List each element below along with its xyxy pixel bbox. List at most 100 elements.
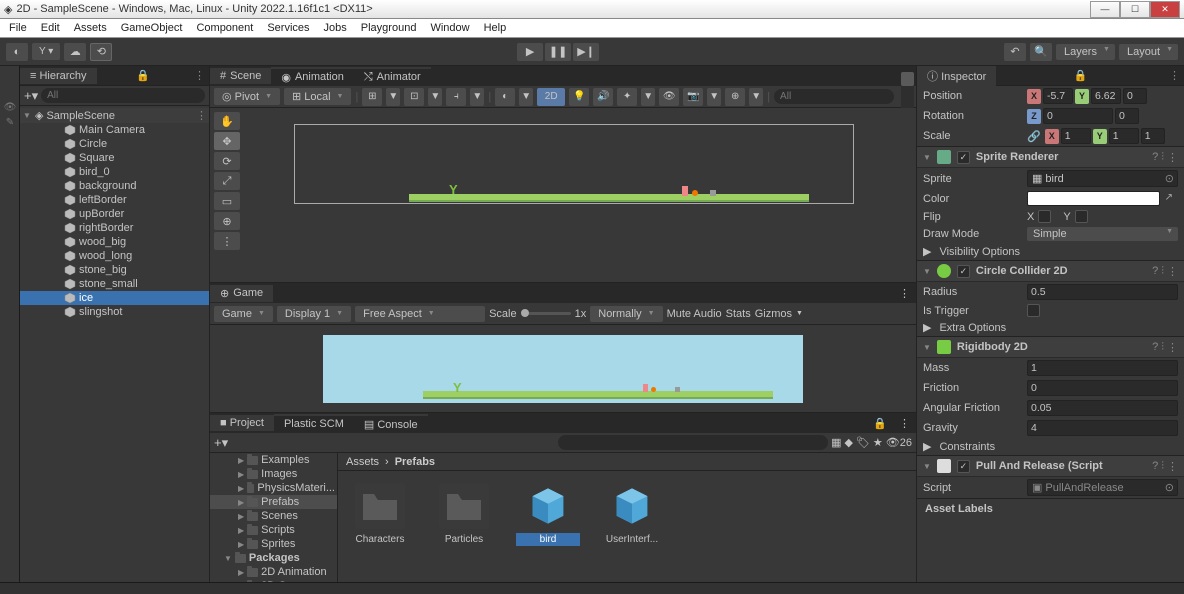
help-icon[interactable]: ? — [1152, 151, 1158, 164]
project-item-particles[interactable]: Particles — [432, 483, 496, 546]
angular-field[interactable] — [1027, 400, 1178, 416]
hierarchy-item-bird-0[interactable]: bird_0 — [20, 165, 209, 179]
project-tree-images[interactable]: ▶Images — [210, 467, 337, 481]
game-menu-icon[interactable]: ⋮ — [893, 287, 916, 300]
color-field[interactable] — [1027, 191, 1160, 206]
animation-tab[interactable]: ◉ Animation — [271, 67, 354, 86]
menu-file[interactable]: File — [2, 21, 34, 35]
sprite-renderer-header[interactable]: ▼ ✓ Sprite Renderer ?⫶⋮ — [917, 146, 1184, 168]
favorite-icon[interactable]: ★ — [873, 436, 883, 449]
search-scope-icon[interactable]: ▦ — [831, 436, 841, 449]
position-y[interactable] — [1091, 88, 1121, 104]
stats-toggle[interactable]: Stats — [726, 308, 751, 320]
script-field[interactable]: ▣ PullAndRelease — [1027, 479, 1178, 496]
project-tab[interactable]: ■ Project — [210, 415, 274, 431]
hierarchy-item-stone-small[interactable]: stone_small — [20, 277, 209, 291]
undo-history-icon[interactable]: ↶ — [1004, 43, 1026, 61]
mass-field[interactable] — [1027, 360, 1178, 376]
trigger-checkbox[interactable] — [1027, 304, 1040, 317]
fx-dd[interactable]: ▼ — [641, 88, 655, 106]
plastic-tab[interactable]: Plastic SCM — [274, 414, 354, 432]
insp-lock-icon[interactable]: 🔒 — [1070, 69, 1092, 82]
light-icon[interactable]: 💡 — [569, 88, 589, 106]
bread-prefabs[interactable]: Prefabs — [395, 456, 435, 468]
hidden-icon[interactable]: 👁 — [659, 88, 679, 106]
aspect-dropdown[interactable]: Free Aspect▼ — [355, 306, 485, 322]
scale-tool[interactable]: ⤢ — [214, 172, 240, 190]
game-mode-dropdown[interactable]: Game▼ — [214, 306, 273, 322]
hierarchy-item-leftborder[interactable]: leftBorder — [20, 193, 209, 207]
mute-audio-toggle[interactable]: Mute Audio — [667, 308, 722, 320]
scene-viewport[interactable]: ✋ ✥ ⟳ ⤢ ▭ ⊕ ⋮ Y — [210, 108, 916, 282]
rotation-z[interactable] — [1043, 108, 1113, 124]
project-item-userinterf[interactable]: UserInterf... — [600, 483, 664, 546]
snap-grid-dd[interactable]: ▼ — [470, 88, 484, 106]
play-mode-dropdown[interactable]: Normally▼ — [590, 306, 662, 322]
audio-icon[interactable]: 🔊 — [593, 88, 613, 106]
snap-incr-icon[interactable]: ⊡ — [404, 88, 424, 106]
filter-label-icon[interactable]: 🏷 — [856, 436, 870, 449]
friction-field[interactable] — [1027, 380, 1178, 396]
rect-tool[interactable]: ▭ — [214, 192, 240, 210]
hierarchy-item-slingshot[interactable]: slingshot — [20, 305, 209, 319]
inspector-tab[interactable]: ⓘ Inspector — [917, 66, 996, 86]
local-button[interactable]: ⊞Local▼ — [284, 88, 351, 105]
lock-icon[interactable]: 🔒 — [132, 69, 154, 82]
proj-menu-icon[interactable]: ⋮ — [893, 417, 916, 430]
project-tree-packages[interactable]: ▼Packages — [210, 551, 337, 565]
position-z[interactable] — [1123, 88, 1147, 104]
console-tab[interactable]: ▤ Console — [354, 414, 428, 433]
context-icon[interactable]: ⋮ — [196, 109, 207, 122]
hierarchy-item-background[interactable]: background — [20, 179, 209, 193]
view-tool[interactable]: ✋ — [214, 112, 240, 130]
scene-root[interactable]: ▼◈ SampleScene ⋮ — [20, 108, 209, 123]
project-tree-dcommon[interactable]: ▶2D Common — [210, 579, 337, 582]
search-icon[interactable]: 🔍 — [1030, 43, 1052, 61]
hierarchy-item-wood-long[interactable]: wood_long — [20, 249, 209, 263]
scale-slider[interactable] — [521, 312, 571, 315]
project-search[interactable] — [558, 435, 828, 450]
menu-component[interactable]: Component — [189, 21, 260, 35]
link-icon[interactable]: 🔗 — [1027, 130, 1041, 143]
hierarchy-item-main camera[interactable]: Main Camera — [20, 123, 209, 137]
camera-icon[interactable]: 📷 — [683, 88, 703, 106]
transform-tool[interactable]: ⊕ — [214, 212, 240, 230]
proj-add-button[interactable]: +▾ — [214, 435, 228, 451]
radius-field[interactable] — [1027, 284, 1178, 300]
project-tree-scripts[interactable]: ▶Scripts — [210, 523, 337, 537]
collab-dropdown[interactable]: Y ▾ — [32, 43, 60, 60]
version-icon[interactable]: ⟲ — [90, 43, 112, 61]
draw-mode-icon[interactable]: ◐ — [495, 88, 515, 106]
gravity-field[interactable] — [1027, 420, 1178, 436]
menu-assets[interactable]: Assets — [67, 21, 114, 35]
tool-icon[interactable]: ✎ — [2, 117, 18, 131]
menu-edit[interactable]: Edit — [34, 21, 67, 35]
custom-tool[interactable]: ⋮ — [214, 232, 240, 250]
project-tree-sprites[interactable]: ▶Sprites — [210, 537, 337, 551]
project-tree-danimation[interactable]: ▶2D Animation — [210, 565, 337, 579]
hierarchy-item-rightborder[interactable]: rightBorder — [20, 221, 209, 235]
insp-menu-icon[interactable]: ⋮ — [1165, 69, 1184, 82]
layout-dropdown[interactable]: Layout — [1119, 44, 1178, 60]
scale-y[interactable] — [1109, 128, 1139, 144]
pull-release-header[interactable]: ▼ ✓ Pull And Release (Script ?⫶⋮ — [917, 455, 1184, 477]
fx-icon[interactable]: ✦ — [617, 88, 637, 106]
step-button[interactable]: ▶❙ — [573, 43, 599, 61]
draw-dd[interactable]: ▼ — [519, 88, 533, 106]
hierarchy-item-stone-big[interactable]: stone_big — [20, 263, 209, 277]
constraints-foldout[interactable]: ▶Constraints — [917, 438, 1184, 455]
cloud-icon[interactable]: ☁ — [64, 43, 86, 61]
preset-icon[interactable]: ⫶ — [1161, 151, 1164, 164]
move-tool[interactable]: ✥ — [214, 132, 240, 150]
grid-snap-icon[interactable]: ⊞ — [362, 88, 382, 106]
menu-icon[interactable]: ⋮ — [190, 69, 209, 82]
flip-x-checkbox[interactable] — [1038, 210, 1051, 223]
flip-y-checkbox[interactable] — [1075, 210, 1088, 223]
bread-assets[interactable]: Assets — [346, 456, 379, 468]
pause-button[interactable]: ❚❚ — [545, 43, 571, 61]
comp-menu-icon[interactable]: ⋮ — [1167, 151, 1178, 164]
snap-dd[interactable]: ▼ — [428, 88, 442, 106]
drawmode-dropdown[interactable]: Simple — [1027, 227, 1178, 241]
menu-playground[interactable]: Playground — [354, 21, 424, 35]
scene-tab[interactable]: # Scene — [210, 68, 271, 84]
